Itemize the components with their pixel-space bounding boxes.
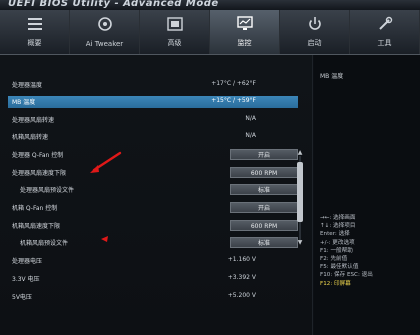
setting-value: +1.160 V bbox=[227, 256, 256, 263]
key-hint: ↑↓: 选择项目 bbox=[320, 223, 356, 230]
power-icon bbox=[308, 17, 321, 30]
annotation-marker-icon bbox=[101, 236, 108, 242]
setting-label: 处理器风扇转速 bbox=[12, 117, 55, 124]
setting-label: 处理器风扇速度下限 bbox=[12, 170, 67, 177]
setting-row-cpu-fan-profile[interactable]: 处理器风扇预设文件 标准 bbox=[8, 184, 298, 196]
chassis-fan-min-button[interactable]: 600 RPM bbox=[230, 220, 298, 231]
scroll-thumb[interactable] bbox=[297, 162, 303, 222]
key-hint: F2: 先前值 bbox=[320, 256, 348, 263]
tab-tool[interactable]: 工具 bbox=[350, 10, 420, 54]
description-pane: MB 温度 bbox=[314, 55, 420, 335]
setting-row-chassis-qfan[interactable]: 机箱 Q-Fan 控制 开启 bbox=[8, 202, 298, 214]
brand-title: UEFI BIOS Utility - Advanced Mode bbox=[8, 0, 219, 9]
setting-row-cpu-qfan[interactable]: 处理器 Q-Fan 控制 开启 bbox=[8, 149, 298, 161]
tab-overview[interactable]: 概要 bbox=[0, 10, 70, 54]
scrollbar[interactable]: ▲ ▼ bbox=[296, 150, 304, 246]
fan-icon bbox=[97, 17, 112, 31]
setting-label: MB 温度 bbox=[12, 99, 36, 106]
tab-label: 高级 bbox=[167, 39, 182, 47]
cpu-qfan-button[interactable]: 开启 bbox=[230, 149, 298, 160]
key-hint: F12: 印屏幕 bbox=[320, 280, 351, 287]
setting-value: +5.200 V bbox=[227, 292, 256, 299]
tab-boot[interactable]: 启动 bbox=[280, 10, 350, 54]
setting-label: 机箱 Q-Fan 控制 bbox=[12, 205, 58, 212]
setting-label: 处理器温度 bbox=[12, 82, 43, 89]
setting-row-mb-temp[interactable]: MB 温度 +15°C / +59°F bbox=[8, 96, 298, 108]
setting-label: 处理器电压 bbox=[12, 258, 43, 265]
main-tab-bar: 概要 Ai Tweaker 高级 监控 启动 工具 bbox=[0, 10, 420, 55]
setting-row-chassis-fan-speed[interactable]: 机箱风扇转速 N/A bbox=[8, 131, 298, 143]
scroll-down-icon[interactable]: ▼ bbox=[296, 240, 304, 246]
setting-label: 处理器 Q-Fan 控制 bbox=[12, 152, 64, 159]
setting-row-cpu-temp[interactable]: 处理器温度 +17°C / +62°F bbox=[8, 79, 298, 91]
setting-value: +15°C / +59°F bbox=[211, 97, 256, 104]
title-bar: UEFI BIOS Utility - Advanced Mode bbox=[0, 0, 420, 10]
setting-label: 处理器风扇预设文件 bbox=[20, 187, 75, 194]
bars-icon bbox=[27, 18, 42, 30]
setting-row-5v-voltage[interactable]: 5V电压 +5.200 V bbox=[8, 291, 298, 303]
key-hint: +/-: 更改选项 bbox=[320, 239, 355, 246]
settings-panel: 处理器温度 +17°C / +62°F MB 温度 +15°C / +59°F … bbox=[0, 55, 313, 335]
key-hint-list: →←: 选择画面 ↑↓: 选择项目 Enter: 选择 +/-: 更改选项 F1… bbox=[320, 214, 416, 288]
key-hint: F5: 最佳默认值 bbox=[320, 264, 359, 271]
annotation-arrow-icon bbox=[90, 151, 122, 173]
tool-icon bbox=[378, 16, 392, 30]
chassis-qfan-button[interactable]: 开启 bbox=[230, 202, 298, 213]
setting-row-3v3-voltage[interactable]: 3.3V 电压 +3.392 V bbox=[8, 273, 298, 285]
setting-row-cpu-fan-speed[interactable]: 处理器风扇转速 N/A bbox=[8, 114, 298, 126]
tab-advanced[interactable]: 高级 bbox=[140, 10, 210, 54]
setting-value: +17°C / +62°F bbox=[211, 80, 256, 87]
setting-value: N/A bbox=[245, 132, 256, 139]
setting-row-cpu-fan-min[interactable]: 处理器风扇速度下限 600 RPM bbox=[8, 167, 298, 179]
chassis-fan-profile-button[interactable]: 标准 bbox=[230, 237, 298, 248]
key-hint: F1: 一般帮助 bbox=[320, 247, 353, 254]
tab-label: 概要 bbox=[27, 39, 42, 47]
key-hint: F10: 保存 ESC: 退出 bbox=[320, 272, 373, 279]
setting-label: 5V电压 bbox=[12, 294, 32, 301]
cpu-fan-profile-button[interactable]: 标准 bbox=[230, 184, 298, 195]
tab-monitor[interactable]: 监控 bbox=[210, 10, 280, 54]
setting-label: 机箱风扇预设文件 bbox=[20, 240, 69, 247]
setting-row-chassis-fan-profile[interactable]: 机箱风扇预设文件 标准 bbox=[8, 237, 298, 249]
tab-label: 监控 bbox=[237, 39, 252, 47]
description-title: MB 温度 bbox=[320, 73, 344, 80]
key-hint: Enter: 选择 bbox=[320, 231, 350, 238]
tab-label: Ai Tweaker bbox=[85, 40, 124, 48]
cpu-fan-min-button[interactable]: 600 RPM bbox=[230, 167, 298, 178]
setting-value: +3.392 V bbox=[227, 274, 256, 281]
setting-value: N/A bbox=[245, 115, 256, 122]
advanced-icon bbox=[166, 17, 183, 31]
tab-ai-tweaker[interactable]: Ai Tweaker bbox=[70, 10, 140, 54]
monitor-icon bbox=[236, 16, 253, 30]
setting-label: 3.3V 电压 bbox=[12, 276, 40, 283]
setting-label: 机箱风扇转速 bbox=[12, 134, 49, 141]
tab-label: 工具 bbox=[377, 39, 392, 47]
tab-label: 启动 bbox=[307, 39, 322, 47]
setting-row-chassis-fan-min[interactable]: 机箱风扇速度下限 600 RPM bbox=[8, 220, 298, 232]
key-hint: →←: 选择画面 bbox=[320, 215, 356, 221]
setting-label: 机箱风扇速度下限 bbox=[12, 223, 61, 230]
setting-row-cpu-voltage[interactable]: 处理器电压 +1.160 V bbox=[8, 255, 298, 267]
